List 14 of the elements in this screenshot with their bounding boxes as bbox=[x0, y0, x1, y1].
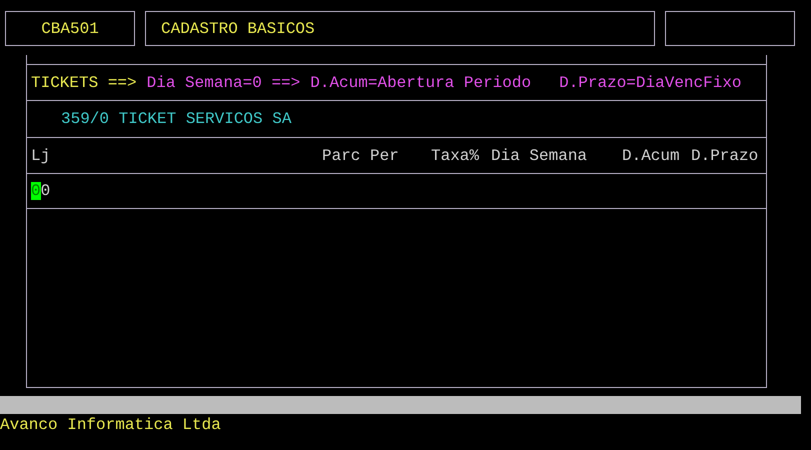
column-header: Dia Semana bbox=[491, 146, 588, 164]
column-header: D.Prazo bbox=[691, 146, 758, 164]
company-name: 359/0 TICKET SERVICOS SA bbox=[61, 111, 292, 127]
program-code: CBA501 bbox=[41, 20, 99, 36]
info-label: TICKETS ==> bbox=[31, 74, 137, 90]
company-footer: Avanco Informatica Ltda bbox=[0, 416, 221, 434]
column-header: D.Acum bbox=[622, 146, 680, 164]
column-header: Parc Per bbox=[322, 146, 399, 164]
screen-title: CADASTRO BASICOS bbox=[161, 20, 315, 36]
info-value: D.Prazo=DiaVencFixo bbox=[559, 74, 742, 90]
info-value: Dia Semana=0 ==> bbox=[146, 74, 300, 90]
info-value: D.Acum=Abertura Periodo bbox=[310, 74, 532, 90]
column-header: Taxa% bbox=[431, 146, 480, 164]
column-header: Lj bbox=[31, 146, 50, 164]
